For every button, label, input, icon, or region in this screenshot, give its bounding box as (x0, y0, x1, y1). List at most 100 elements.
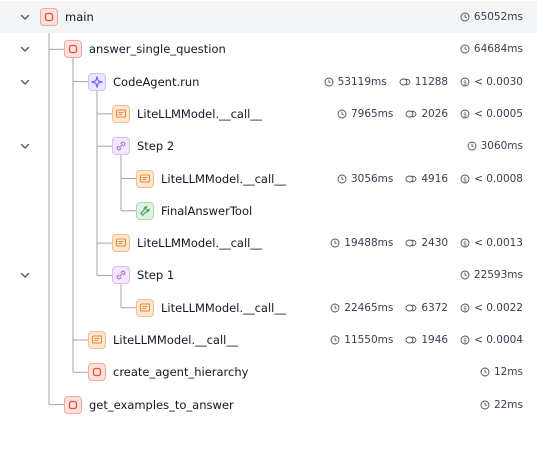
clock-icon (330, 238, 340, 248)
span-row[interactable]: main 65052ms (0, 1, 537, 33)
duration-metric: 7965ms (337, 108, 393, 120)
span-metrics: 3056ms 4916 $ < 0.0008 (325, 163, 523, 195)
span-row[interactable]: LiteLLMModel.__call__ 11550ms 1946 $ < 0.000… (0, 324, 537, 356)
cost-metric: $ < 0.0008 (460, 173, 523, 185)
span-row[interactable]: LiteLLMModel.__call__ 19488ms 2430 $ < 0.001… (0, 227, 537, 259)
cost-metric-value: < 0.0005 (474, 107, 523, 120)
duration-metric-value: 7965ms (350, 107, 394, 120)
span-label: LiteLLMModel.__call__ (137, 236, 262, 251)
tokens-metric: 4916 (405, 173, 448, 185)
tokens-metric-value: 4916 (421, 172, 449, 185)
span-label: LiteLLMModel.__call__ (137, 106, 262, 121)
cost-metric: $ < 0.0004 (460, 334, 523, 346)
span-row[interactable]: Step 1 22593ms (0, 259, 537, 291)
trace-tree: main 65052ms answer_single_question 64684ms… (0, 0, 537, 456)
span-row[interactable]: get_examples_to_answer 22ms (0, 389, 537, 421)
tokens-icon (405, 110, 417, 118)
span-row[interactable]: CodeAgent.run 53119ms 11288 $ < 0.0030 (0, 66, 537, 98)
span-metrics: 22465ms 6372 $ < 0.0022 (318, 292, 523, 324)
step-icon (112, 137, 130, 156)
clock-icon (330, 335, 340, 345)
span-metrics: 3060ms (455, 130, 523, 162)
chevron-down-icon[interactable] (17, 9, 33, 25)
cost-metric: $ < 0.0013 (460, 237, 523, 249)
cost-icon: $ (460, 303, 470, 313)
span-row[interactable]: Step 2 3060ms (0, 130, 537, 162)
duration-metric-value: 12ms (493, 366, 523, 379)
cost-icon: $ (460, 335, 470, 345)
span-label: LiteLLMModel.__call__ (113, 333, 238, 347)
chevron-down-icon[interactable] (17, 138, 33, 154)
chain-icon (64, 40, 82, 59)
cost-metric: $ < 0.0005 (460, 108, 523, 120)
clock-icon (460, 44, 470, 54)
clock-icon (330, 303, 340, 313)
llm-icon (88, 331, 106, 349)
chevron-down-icon[interactable] (17, 41, 33, 57)
clock-icon (337, 174, 347, 183)
svg-text:$: $ (463, 79, 467, 86)
svg-text:$: $ (463, 305, 467, 312)
tokens-metric-value: 2430 (421, 237, 449, 250)
tokens-metric: 2026 (405, 108, 448, 120)
tokens-metric: 1946 (405, 334, 448, 346)
duration-metric: 12ms (480, 366, 523, 378)
span-row[interactable]: create_agent_hierarchy 12ms (0, 356, 537, 388)
span-row[interactable]: LiteLLMModel.__call__ 7965ms 2026 $ < 0.0005 (0, 98, 537, 130)
cost-metric-value: < 0.0008 (474, 172, 523, 185)
span-metrics: 53119ms 11288 $ < 0.0030 (312, 66, 523, 98)
tokens-metric-value: 1946 (421, 334, 449, 346)
cost-metric-value: < 0.0022 (474, 301, 523, 314)
tokens-metric: 6372 (405, 302, 448, 314)
duration-metric-value: 22465ms (344, 301, 394, 314)
step-icon (112, 266, 130, 285)
span-metrics: 19488ms 2430 $ < 0.0013 (318, 227, 523, 259)
clock-icon (337, 109, 347, 119)
clock-icon (480, 367, 490, 377)
span-label: CodeAgent.run (113, 74, 200, 89)
span-label: LiteLLMModel.__call__ (161, 171, 286, 186)
cost-metric: $ < 0.0030 (460, 76, 523, 88)
span-row[interactable]: LiteLLMModel.__call__ 22465ms 6372 $ < 0.002… (0, 292, 537, 324)
span-metrics: 64684ms (448, 33, 523, 65)
duration-metric-value: 3056ms (350, 172, 394, 185)
llm-icon (112, 234, 130, 253)
tokens-metric-value: 6372 (421, 301, 449, 314)
span-row[interactable]: FinalAnswerTool (0, 195, 537, 227)
span-metrics: 11550ms 1946 $ < 0.0004 (318, 324, 523, 356)
clock-icon (480, 400, 490, 410)
tokens-metric-value: 2026 (421, 107, 449, 120)
duration-metric: 22ms (480, 399, 523, 411)
clock-icon (467, 141, 477, 151)
tokens-icon (399, 78, 411, 86)
duration-metric-value: 22ms (493, 398, 523, 411)
cost-metric-value: < 0.0004 (474, 334, 523, 346)
span-metrics: 7965ms 2026 $ < 0.0005 (325, 98, 523, 130)
svg-text:$: $ (463, 111, 467, 118)
cost-metric-value: < 0.0030 (474, 75, 523, 88)
span-label: Step 2 (137, 139, 175, 154)
span-label: LiteLLMModel.__call__ (161, 300, 286, 315)
tokens-icon (405, 304, 417, 312)
svg-text:$: $ (463, 240, 467, 247)
chevron-down-icon[interactable] (17, 267, 33, 283)
duration-metric-value: 3060ms (480, 140, 523, 153)
tokens-metric: 2430 (405, 237, 448, 249)
duration-metric-value: 53119ms (337, 75, 387, 88)
duration-metric-value: 11550ms (344, 334, 394, 346)
duration-metric-value: 65052ms (473, 11, 523, 23)
span-metrics: 12ms (468, 356, 523, 388)
duration-metric-value: 19488ms (344, 237, 394, 250)
tokens-metric-value: 11288 (414, 75, 449, 88)
span-row[interactable]: answer_single_question 64684ms (0, 33, 537, 65)
svg-text:$: $ (463, 337, 467, 344)
agent-icon (88, 72, 106, 91)
span-row[interactable]: LiteLLMModel.__call__ 3056ms 4916 $ < 0.0008 (0, 163, 537, 195)
duration-metric: 11550ms (330, 334, 393, 346)
chain-icon (64, 395, 82, 414)
tool-icon (136, 201, 154, 220)
llm-icon (136, 169, 154, 188)
span-label: create_agent_hierarchy (113, 365, 249, 380)
duration-metric: 22465ms (330, 302, 393, 314)
chevron-down-icon[interactable] (17, 74, 33, 90)
